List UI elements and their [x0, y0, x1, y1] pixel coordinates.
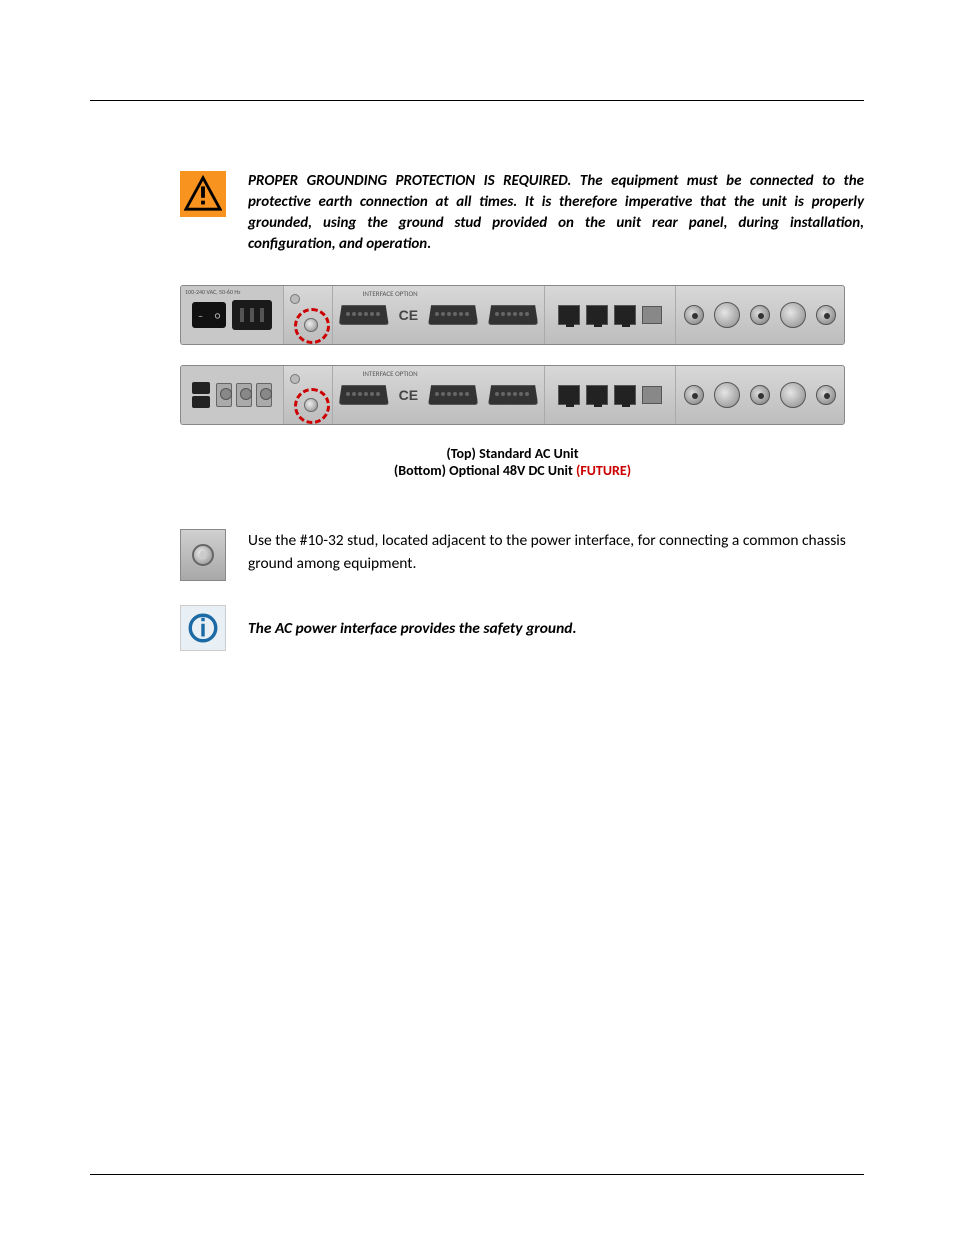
header-rule	[90, 100, 864, 101]
rj45-port-icon	[614, 305, 636, 325]
caption-top: (Top) Standard AC Unit	[180, 445, 845, 462]
rf-section	[676, 286, 844, 344]
note-text: The AC power interface provides the safe…	[248, 619, 577, 638]
warning-text: PROPER GROUNDING PROTECTION IS REQUIRED.…	[248, 171, 864, 255]
ntype-connector-icon	[714, 382, 740, 408]
ntype-connector-icon	[714, 302, 740, 328]
ground-stud-zone	[284, 286, 332, 344]
ac-power-section: –○ 100-240 VAC, 50-60 Hz	[181, 286, 284, 344]
dsub-connector-icon	[339, 385, 389, 405]
screw-icon	[290, 374, 300, 384]
dc-terminal-block-icon	[216, 383, 272, 407]
stud-info-block: Use the #10-32 stud, located adjacent to…	[180, 529, 864, 581]
caption-bottom-prefix: (Bottom) Optional 48V DC Unit	[394, 462, 576, 479]
ntype-connector-icon	[780, 382, 806, 408]
figure-caption: (Top) Standard AC Unit (Bottom) Optional…	[180, 445, 845, 479]
dsub-connector-icon	[339, 305, 389, 325]
caption-future: (FUTURE)	[576, 462, 631, 479]
interface-option-label: INTERFACE OPTION	[363, 369, 418, 378]
highlight-circle-icon	[294, 308, 330, 344]
ntype-connector-icon	[780, 302, 806, 328]
ground-stud-zone	[284, 366, 332, 424]
rj45-port-icon	[586, 385, 608, 405]
dc-power-section	[181, 366, 284, 424]
dsub-connector-icon	[488, 305, 538, 325]
interface-option-label: INTERFACE OPTION	[363, 289, 418, 298]
note-block: The AC power interface provides the safe…	[180, 605, 864, 651]
dsub-connector-icon	[428, 305, 478, 325]
sfp-port-icon	[642, 386, 662, 404]
bnc-connector-icon	[816, 385, 836, 405]
highlight-circle-icon	[294, 388, 330, 424]
ce-mark-icon: CE	[399, 307, 418, 323]
bnc-connector-icon	[684, 385, 704, 405]
bnc-connector-icon	[816, 305, 836, 325]
ethernet-section	[545, 366, 676, 424]
rj45-port-icon	[586, 305, 608, 325]
ac-rating-label: 100-240 VAC, 50-60 Hz	[185, 288, 240, 296]
rj45-port-icon	[558, 305, 580, 325]
bnc-connector-icon	[750, 385, 770, 405]
rear-panel-dc: INTERFACE OPTION CE	[180, 365, 845, 425]
bnc-connector-icon	[684, 305, 704, 325]
iec-inlet-icon	[232, 300, 272, 330]
rf-section	[676, 366, 844, 424]
footer-rule	[90, 1174, 864, 1175]
dc-switch-icon	[192, 382, 210, 408]
rj45-port-icon	[558, 385, 580, 405]
interface-option-section: INTERFACE OPTION CE	[333, 366, 545, 424]
interface-option-section: INTERFACE OPTION CE	[333, 286, 545, 344]
rj45-port-icon	[614, 385, 636, 405]
warning-block: PROPER GROUNDING PROTECTION IS REQUIRED.…	[180, 171, 864, 255]
sfp-port-icon	[642, 306, 662, 324]
stud-info-text: Use the #10-32 stud, located adjacent to…	[248, 529, 864, 576]
info-circle-icon	[180, 605, 226, 651]
rear-panel-figures: –○ 100-240 VAC, 50-60 Hz INTERFACE OPTIO…	[180, 285, 864, 425]
ethernet-section	[545, 286, 676, 344]
dsub-connector-icon	[428, 385, 478, 405]
screw-icon	[290, 294, 300, 304]
ce-mark-icon: CE	[399, 387, 418, 403]
caption-bottom: (Bottom) Optional 48V DC Unit (FUTURE)	[180, 462, 845, 479]
rear-panel-ac: –○ 100-240 VAC, 50-60 Hz INTERFACE OPTIO…	[180, 285, 845, 345]
power-switch-icon: –○	[192, 302, 226, 328]
dsub-connector-icon	[488, 385, 538, 405]
bnc-connector-icon	[750, 305, 770, 325]
warning-triangle-icon	[180, 171, 226, 217]
ground-stud-thumbnail-icon	[180, 529, 226, 581]
